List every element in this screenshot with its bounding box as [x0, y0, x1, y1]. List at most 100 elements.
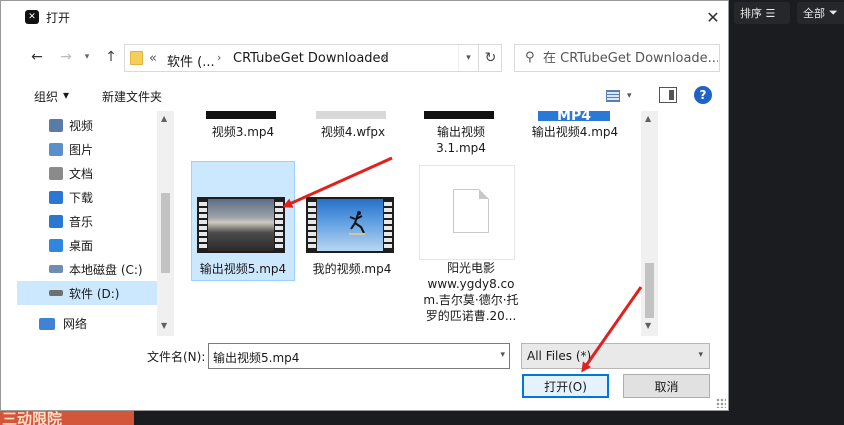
filename-value: 输出视频5.mp4	[213, 351, 300, 365]
mp4-file-icon: MP4	[538, 111, 610, 121]
close-button[interactable]: ✕	[698, 1, 728, 33]
dialog-titlebar: ✕ 打开 ✕	[1, 1, 728, 33]
breadcrumb-separator[interactable]: ›	[382, 51, 386, 64]
file-item[interactable]: 我的视频.mp4	[300, 261, 404, 279]
breadcrumb-drive[interactable]: 软件 (...	[167, 51, 215, 70]
sidebar-item-label: 音乐	[69, 214, 94, 229]
file-name: 视频4.wfpx	[320, 125, 386, 139]
file-type-select[interactable]: All Files (*) ▾	[521, 343, 710, 369]
refresh-button[interactable]: ↻	[478, 45, 502, 71]
open-file-dialog: ✕ 打开 ✕ ← → ▾ ↑ « 软件 (... › CRTubeGet Dow…	[0, 0, 729, 411]
change-view-button[interactable]: ▾	[606, 88, 640, 104]
sidebar-scrollbar[interactable]: ▲ ▼	[157, 111, 174, 336]
scroll-down-icon[interactable]: ▼	[645, 321, 651, 330]
sidebar-item-label: 图片	[69, 142, 94, 157]
address-dropdown-button[interactable]: ▾	[458, 45, 478, 71]
network-icon	[39, 317, 55, 330]
file-name: 3.1.mp4	[436, 141, 486, 155]
sort-label: 排序 ☰	[740, 7, 776, 20]
file-name-line: m.吉尔莫·德尔·托	[423, 293, 519, 307]
scroll-up-icon[interactable]: ▲	[161, 114, 167, 123]
sort-button[interactable]: 排序 ☰	[734, 2, 790, 24]
scroll-up-icon[interactable]: ▲	[645, 114, 651, 123]
forward-button[interactable]: →	[56, 47, 76, 67]
sidebar-item-label: 网络	[63, 317, 88, 331]
toolbar: 组织 ▾ 新建文件夹 ▾ ?	[1, 81, 728, 111]
open-button[interactable]: 打开(O)	[522, 374, 609, 398]
sidebar-item-label: 文档	[69, 166, 94, 181]
close-icon: ✕	[706, 7, 720, 27]
organize-button[interactable]: 组织 ▾	[34, 88, 69, 105]
sidebar-item-drive-c[interactable]: 本地磁盘 (C:)	[17, 257, 157, 281]
skater-figure	[349, 211, 365, 235]
file-name: 视频3.mp4	[211, 125, 275, 139]
documents-folder-icon	[49, 166, 63, 180]
arrow-up-icon: ↑	[105, 49, 117, 65]
breadcrumb-separator[interactable]: ›	[217, 51, 221, 64]
refresh-icon: ↻	[484, 50, 497, 66]
sidebar-item-downloads[interactable]: 下载	[17, 185, 157, 209]
sidebar-item-drive-d[interactable]: 软件 (D:)	[17, 281, 157, 305]
sidebar-item-label: 本地磁盘 (C:)	[69, 262, 143, 277]
chevron-down-icon[interactable]: ▾	[500, 350, 505, 360]
file-type-value: All Files (*)	[527, 349, 592, 363]
banner-text: 三动限院	[2, 410, 63, 425]
sidebar-scroll-thumb[interactable]	[161, 193, 170, 273]
new-folder-button[interactable]: 新建文件夹	[102, 88, 162, 105]
sidebar-item-pictures[interactable]: 图片	[17, 137, 157, 161]
chevron-down-icon: ▾	[84, 52, 90, 62]
search-input[interactable]	[543, 48, 718, 68]
downloads-folder-icon	[49, 190, 63, 204]
sidebar-item-videos[interactable]: 视频	[17, 113, 157, 137]
video-thumbnail	[306, 197, 394, 253]
file-item[interactable]: 视频4.wfpx	[301, 111, 405, 159]
file-list-scrollbar[interactable]: ▲ ▼	[641, 111, 658, 336]
video-thumbnail	[206, 111, 276, 119]
file-name-line: 阳光电影	[446, 261, 495, 275]
filename-input[interactable]: 输出视频5.mp4 ▾	[208, 343, 510, 369]
file-name: 我的视频.mp4	[312, 262, 392, 276]
video-thumbnail	[424, 111, 494, 119]
sidebar-item-music[interactable]: 音乐	[17, 209, 157, 233]
file-item[interactable]: 阳光电影 www.ygdy8.co m.吉尔莫·德尔·托 罗的匹诺曹.20...	[419, 165, 523, 335]
file-item[interactable]: 视频3.mp4	[191, 111, 295, 159]
file-list-scroll-thumb[interactable]	[645, 263, 654, 318]
sidebar-item-desktop[interactable]: 桌面	[17, 233, 157, 257]
chevron-down-icon: ▾	[698, 350, 703, 360]
sidebar-item-label: 下载	[69, 190, 94, 205]
search-icon: ⚲	[525, 50, 535, 65]
back-button[interactable]: ←	[27, 47, 47, 67]
cancel-button[interactable]: 取消	[623, 374, 710, 398]
video-thumbnail	[197, 197, 285, 253]
file-item[interactable]: MP4 输出视频4.mp4	[523, 111, 627, 159]
sidebar-item-label: 视频	[69, 118, 94, 133]
up-button[interactable]: ↑	[101, 47, 121, 67]
file-item-label[interactable]: 输出视频5.mp4	[191, 261, 295, 279]
sidebar-item-documents[interactable]: 文档	[17, 161, 157, 185]
scroll-down-icon[interactable]: ▼	[161, 321, 167, 330]
arrow-left-icon: ←	[31, 49, 43, 65]
address-bar[interactable]: « 软件 (... › CRTubeGet Downloaded › ▾ ↻	[124, 44, 502, 72]
music-folder-icon	[49, 214, 63, 228]
breadcrumb-overflow[interactable]: «	[149, 51, 157, 66]
dialog-title: 打开	[46, 11, 71, 25]
file-list: 视频3.mp4 视频4.wfpx 输出视频 3.1.mp4 MP4 输出视频4.…	[176, 111, 641, 336]
drive-d-icon	[49, 290, 63, 296]
filter-all-button[interactable]: 全部 ⏷	[797, 2, 844, 24]
sidebar-item-label: 桌面	[69, 238, 94, 253]
file-name-line: 罗的匹诺曹.20...	[425, 309, 517, 323]
sidebar-item-network[interactable]: 网络	[39, 315, 87, 332]
filter-all-label: 全部	[803, 7, 825, 20]
chevron-down-icon: ▾	[627, 91, 632, 101]
preview-pane-button[interactable]	[659, 87, 677, 103]
breadcrumb-folder[interactable]: CRTubeGet Downloaded	[233, 51, 389, 66]
file-item[interactable]: 输出视频 3.1.mp4	[409, 111, 513, 159]
recent-locations-button[interactable]: ▾	[81, 47, 93, 67]
search-box[interactable]: ⚲	[514, 44, 720, 72]
sidebar-item-label: 软件 (D:)	[69, 286, 120, 301]
arrow-right-icon: →	[60, 49, 72, 65]
resize-grip[interactable]	[716, 398, 726, 408]
help-button[interactable]: ?	[694, 86, 712, 104]
view-grid-icon	[606, 90, 620, 102]
chevron-down-icon: ▾	[466, 53, 471, 63]
